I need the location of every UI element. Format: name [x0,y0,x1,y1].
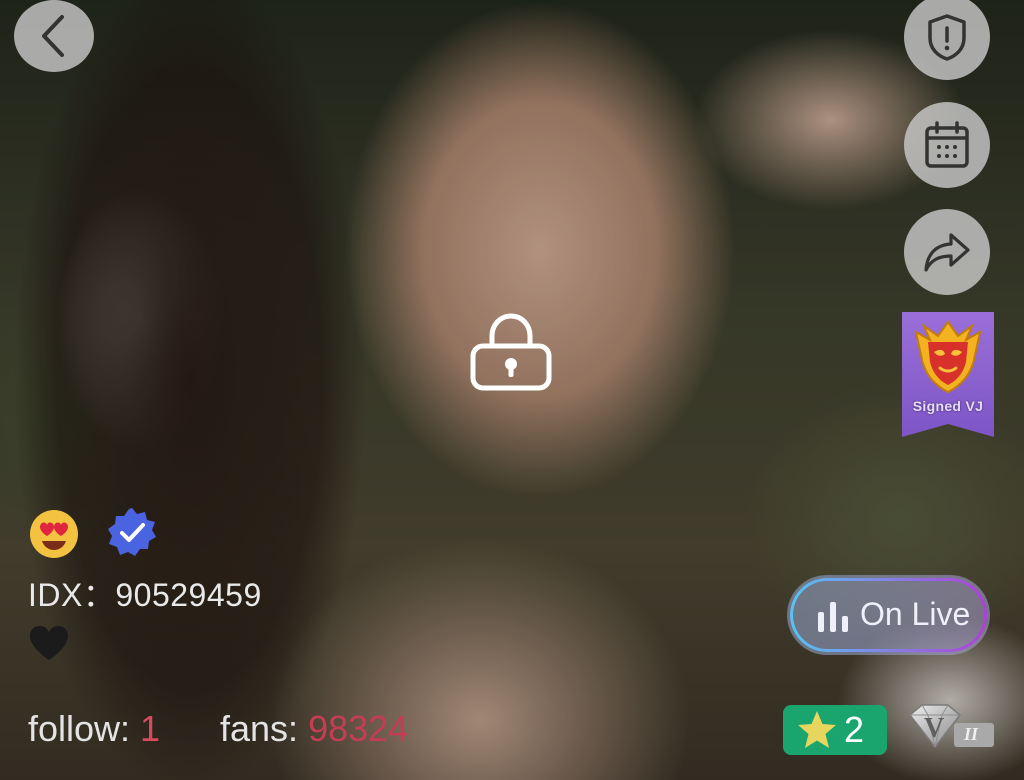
signed-vj-label: Signed VJ [912,398,984,414]
calendar-button[interactable] [904,102,990,188]
follow-label: follow: [28,708,141,749]
user-id-value: 90529459 [115,577,262,613]
heart-icon [30,626,68,660]
heart-eyes-emoji-icon [28,508,80,560]
fans-label: fans: [220,708,309,749]
share-arrow-icon [924,233,970,272]
bar-chart-icon [818,602,848,632]
lock-icon [470,313,552,391]
level-badge[interactable]: 2 [783,705,887,755]
level-badge-value: 2 [844,709,865,750]
on-live-button[interactable]: On Live [787,575,990,655]
shield-alert-icon [928,14,966,61]
star-icon [798,711,836,748]
user-id: IDX：90529459 [28,570,262,616]
vip-letter: V [924,713,945,744]
follow-count[interactable]: follow: 1 [28,708,160,750]
chevron-left-icon [42,15,64,57]
fans-value: 98324 [308,708,409,749]
heart-button[interactable] [28,624,70,662]
vip-level-badge[interactable]: V II [902,703,998,753]
lock-button[interactable] [468,312,554,392]
fans-count[interactable]: fans: 98324 [220,708,408,750]
back-button[interactable] [14,0,94,72]
verified-badge-icon [106,506,158,558]
follow-value: 1 [140,708,161,749]
on-live-label: On Live [860,596,971,632]
diamond-vip-icon [908,704,994,749]
shield-mask-icon [914,320,982,394]
share-button[interactable] [904,209,990,295]
calendar-icon [925,121,969,168]
user-id-label: IDX： [28,577,116,613]
vip-level: II [964,724,979,744]
signed-vj-badge[interactable]: Signed VJ [902,312,994,437]
